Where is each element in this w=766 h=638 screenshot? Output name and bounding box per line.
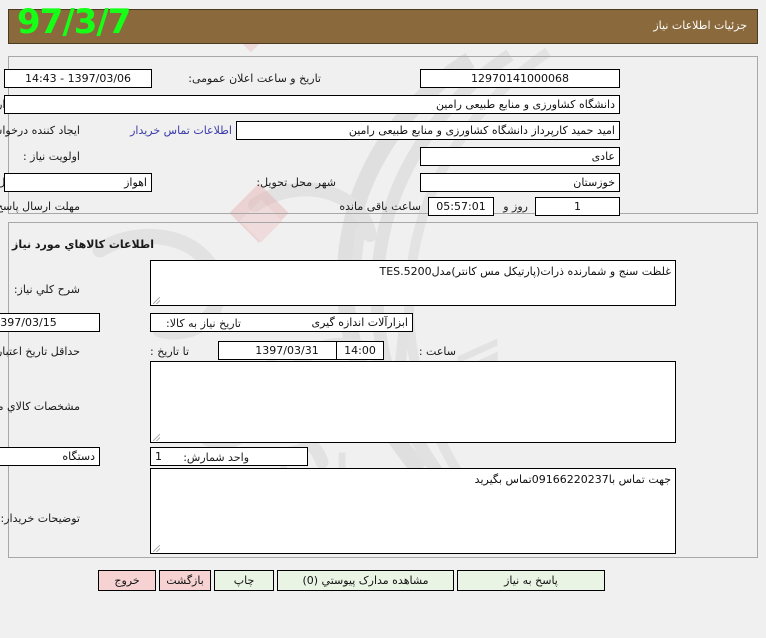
deadline-label: مهلت ارسال پاسخ: xyxy=(0,200,80,213)
page-root: گستراں تباط جزئیات اطلاعات نیاز 97/3/7 ش… xyxy=(0,0,766,638)
textarea-resize-handle-notes[interactable] xyxy=(153,545,160,552)
city-label: شهر محل تحویل: xyxy=(256,176,336,189)
priority-value[interactable]: عادی xyxy=(420,147,620,166)
specs-value[interactable] xyxy=(150,361,676,443)
price-validity-time-label: ساعت : xyxy=(418,345,456,358)
province-value[interactable]: خوزستان xyxy=(420,173,620,192)
requester-label: ایجاد کننده درخواست: xyxy=(0,124,80,137)
unit-value[interactable]: دستگاه xyxy=(0,447,100,466)
price-validity-time[interactable]: 14:00 xyxy=(336,341,384,360)
summary-value[interactable]: غلظت سنج و شمارنده ذرات(پارتیکل مس کانتر… xyxy=(150,260,676,306)
textarea-resize-handle[interactable] xyxy=(153,297,160,304)
specs-label: مشخصات کالاي مورد نیاز: xyxy=(0,400,80,413)
view-attachments-button[interactable]: مشاهده مدارک پیوستي (0) xyxy=(277,570,454,591)
unit-label: واحد شمارش: xyxy=(183,451,249,464)
buyer-notes-label: توضیحات خریدار: xyxy=(0,512,81,525)
deadline-days-value[interactable]: 1 xyxy=(535,197,620,216)
buyer-notes-text: جهت تماس با09166220237تماس بگیرید xyxy=(474,473,671,486)
buyer-org-value[interactable]: دانشگاه کشاورزی و منابع طبیعی رامین xyxy=(4,95,620,114)
need-date-label: تاریخ نیاز به کالا: xyxy=(166,317,241,330)
textarea-resize-handle-specs[interactable] xyxy=(153,434,160,441)
announce-datetime-label: تاریخ و ساعت اعلان عمومی: xyxy=(188,72,321,85)
price-validity-until-label: تا تاریخ : xyxy=(150,345,189,358)
current-date: 97/3/7 xyxy=(17,2,131,42)
summary-text: غلظت سنج و شمارنده ذرات(پارتیکل مس کانتر… xyxy=(379,265,671,278)
buyer-contact-link[interactable]: اطلاعات تماس خریدار xyxy=(130,124,232,137)
page-title: جزئیات اطلاعات نیاز xyxy=(653,19,747,32)
announce-datetime-value[interactable]: 1397/03/06 - 14:43 xyxy=(4,69,152,88)
buyer-notes-value[interactable]: جهت تماس با09166220237تماس بگیرید xyxy=(150,468,676,554)
priority-label: اولویت نیاز : xyxy=(22,150,80,163)
requester-value[interactable]: امید حمید کارپرداز دانشگاه کشاورزی و منا… xyxy=(236,121,620,140)
city-value[interactable]: اهواز xyxy=(4,173,152,192)
summary-label: شرح کلي نیاز: xyxy=(13,283,80,296)
goods-section-heading: اطلاعات کالاهاي مورد نیاز xyxy=(12,238,154,251)
deadline-suffix-label: ساعت باقی مانده xyxy=(339,200,421,213)
print-button[interactable]: چاپ xyxy=(214,570,274,591)
deadline-days-suffix: روز و xyxy=(503,200,528,213)
deadline-time-value[interactable]: 05:57:01 xyxy=(428,197,494,216)
back-button[interactable]: بازگشت xyxy=(159,570,211,591)
respond-button[interactable]: پاسخ به نیاز xyxy=(457,570,605,591)
exit-button[interactable]: خروج xyxy=(98,570,156,591)
window-titlebar: جزئیات اطلاعات نیاز 97/3/7 xyxy=(8,2,758,44)
need-number-value[interactable]: 12970141000068 xyxy=(420,69,620,88)
price-validity-label: حداقل تاریخ اعتبار قیمت: xyxy=(0,345,80,358)
need-date-value[interactable]: 1397/03/15 xyxy=(0,313,100,332)
